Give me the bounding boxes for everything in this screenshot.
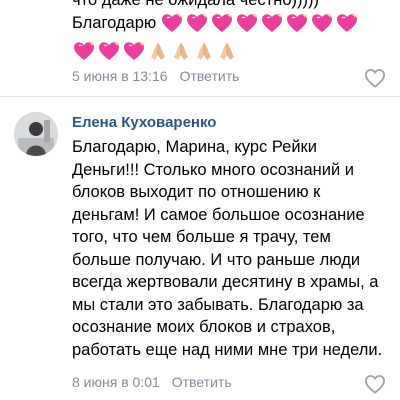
comment-text: Благодарю, Марина, курс Рейки Деньги!!! …: [72, 138, 383, 359]
folded-hands-icon: [170, 40, 192, 62]
comment-date[interactable]: 5 июня в 13:16: [72, 68, 168, 84]
folded-hands-icon: [193, 40, 215, 62]
sparkling-heart-icon: [310, 12, 334, 34]
sparkling-heart-icon: [210, 12, 234, 34]
sparkling-heart-icon: [235, 12, 259, 34]
folded-hands-icon: [216, 40, 238, 62]
emoji-row: [160, 12, 400, 34]
avatar[interactable]: [14, 112, 58, 156]
like-heart-icon[interactable]: [364, 68, 386, 88]
sparkling-heart-icon: [72, 40, 96, 62]
comment-meta: 5 июня в 13:16 Ответить: [72, 68, 239, 84]
comment-text-line: что даже не ожидала честно))))): [72, 0, 319, 9]
comment-author[interactable]: Елена Куховаренко: [72, 114, 216, 131]
sparkling-heart-icon: [285, 12, 309, 34]
comment-item: что даже не ожидала честно))))) Благодар…: [0, 0, 400, 96]
sparkling-heart-icon: [97, 40, 121, 62]
reply-button[interactable]: Ответить: [172, 374, 232, 390]
sparkling-heart-icon: [160, 12, 184, 34]
comment-meta: 8 июня в 0:01 Ответить: [72, 374, 232, 390]
emoji-row: [72, 40, 238, 62]
sparkling-heart-icon: [185, 12, 209, 34]
comment-date[interactable]: 8 июня в 0:01: [72, 374, 160, 390]
comment-item: Елена Куховаренко Благодарю, Марина, кур…: [0, 98, 400, 400]
like-heart-icon[interactable]: [364, 374, 386, 394]
sparkling-heart-icon: [335, 12, 359, 34]
divider: [0, 96, 400, 97]
reply-button[interactable]: Ответить: [180, 68, 240, 84]
folded-hands-icon: [147, 40, 169, 62]
sparkling-heart-icon: [122, 40, 146, 62]
sparkling-heart-icon: [260, 12, 284, 34]
